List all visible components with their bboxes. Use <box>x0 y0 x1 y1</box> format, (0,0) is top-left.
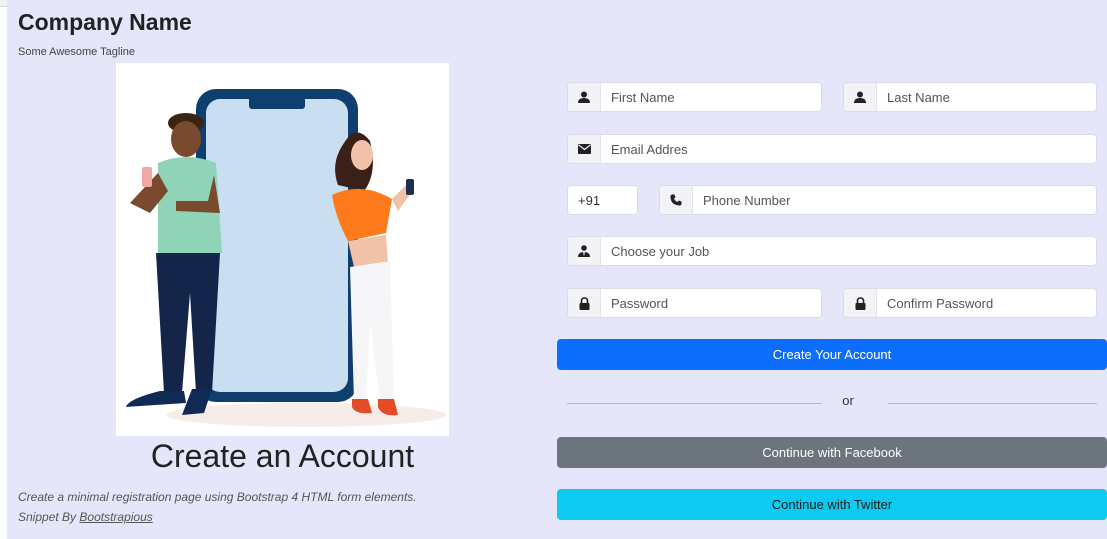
first-name-field <box>567 82 822 112</box>
user-tie-icon <box>568 237 601 265</box>
email-input[interactable] <box>601 135 1096 163</box>
email-field <box>567 134 1097 164</box>
description-text: Create a minimal registration page using… <box>18 490 417 504</box>
country-code-field <box>567 185 764 215</box>
create-account-button[interactable]: Create Your Account <box>557 339 1107 370</box>
credit-line: Snippet By Bootstrapious <box>18 507 417 527</box>
page-title: Create an Account <box>150 438 415 474</box>
job-field <box>567 236 1097 266</box>
lock-icon <box>568 289 601 317</box>
divider-right <box>888 403 1097 404</box>
page-description: Create a minimal registration page using… <box>18 487 417 527</box>
divider-left <box>567 403 822 404</box>
man-shoe-left <box>126 391 186 407</box>
company-tagline: Some Awesome Tagline <box>18 46 135 58</box>
divider-or: or <box>842 393 854 408</box>
company-name: Company Name <box>18 9 192 35</box>
password-input[interactable] <box>601 289 821 317</box>
first-name-input[interactable] <box>601 83 821 111</box>
signup-illustration <box>116 63 449 436</box>
confirm-password-input[interactable] <box>877 289 1096 317</box>
phone-input[interactable] <box>693 186 1096 214</box>
bootstrapious-link[interactable]: Bootstrapious <box>79 510 152 524</box>
confirm-password-field <box>843 288 1097 318</box>
man-phone <box>142 167 152 187</box>
woman-face <box>351 140 373 170</box>
man-head <box>171 121 201 157</box>
user-icon <box>844 83 877 111</box>
phone-notch <box>249 97 305 109</box>
phone-field <box>659 185 1097 215</box>
illustration-graphic <box>126 89 446 427</box>
floor-shadow <box>166 403 446 427</box>
continue-facebook-button[interactable]: Continue with Facebook <box>557 437 1107 468</box>
woman-pants <box>350 261 394 401</box>
user-icon <box>568 83 601 111</box>
continue-twitter-button[interactable]: Continue with Twitter <box>557 489 1107 520</box>
job-input[interactable] <box>601 237 1096 265</box>
man-pants <box>156 253 220 393</box>
phone-screen <box>206 99 348 392</box>
phone-icon <box>660 186 693 214</box>
envelope-icon <box>568 135 601 163</box>
woman-phone <box>406 179 414 195</box>
password-field <box>567 288 822 318</box>
last-name-field <box>843 82 1097 112</box>
last-name-input[interactable] <box>877 83 1096 111</box>
lock-icon <box>844 289 877 317</box>
credit-prefix: Snippet By <box>18 510 77 524</box>
